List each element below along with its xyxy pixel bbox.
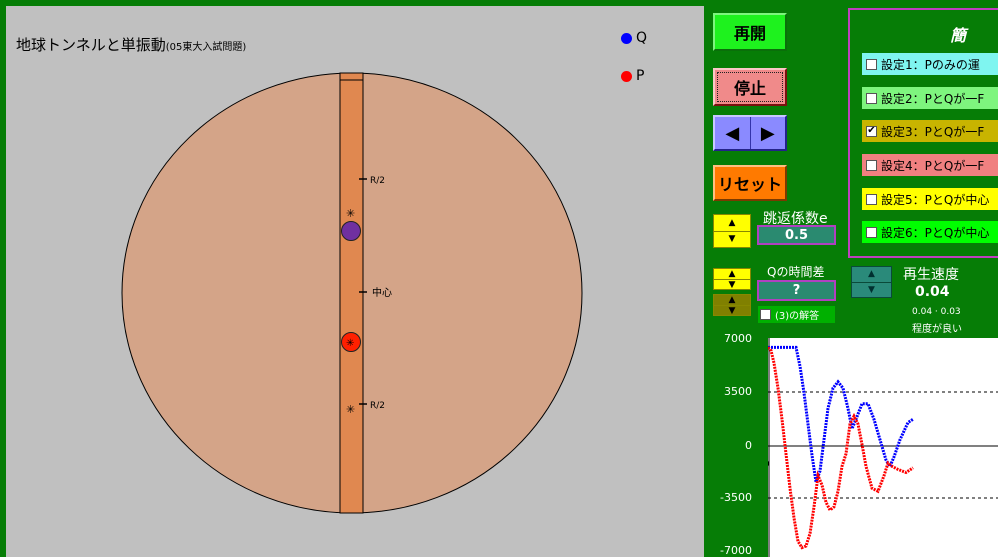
down-arrow-icon: ▼ <box>728 280 736 290</box>
q-delay-fine-up-button[interactable]: ▲ <box>714 295 750 306</box>
answer-toggle[interactable]: (3)の解答 <box>758 306 835 323</box>
up-arrow-icon: ▲ <box>728 217 736 228</box>
setting-label-1: 設定1：Pのみの運 <box>881 57 980 72</box>
up-arrow-icon: ▲ <box>728 295 736 305</box>
q-delay-label: Qの時間差 <box>767 265 825 279</box>
down-arrow-icon: ▼ <box>868 284 875 295</box>
setting-checkbox-1[interactable] <box>866 58 877 70</box>
simulation-panel: R/2 中心 R/2 ✳ ✳ ✳ 地球トンネルと単振動(05東大入試問題) Q … <box>6 6 704 557</box>
y-tick-label: 3500 <box>724 385 752 398</box>
step-forward-button[interactable]: ▶ <box>751 117 786 149</box>
series-line-q <box>768 345 914 483</box>
q-delay-fine-spinner: ▲ ▼ <box>713 294 751 316</box>
settings-title: 簡 易 <box>950 26 998 45</box>
down-arrow-icon: ▼ <box>728 234 736 245</box>
setting-checkbox-6[interactable] <box>866 226 877 238</box>
restitution-down-button[interactable]: ▼ <box>714 232 750 248</box>
y-tick-label: 0 <box>745 439 752 452</box>
setting-label-6: 設定6：PとQが中心 <box>881 225 990 240</box>
sim-title: 地球トンネルと単振動(05東大入試問題) <box>16 34 246 55</box>
setting-label-3: 設定3：PとQが一F <box>881 124 985 139</box>
reset-button[interactable]: リセット <box>713 165 787 201</box>
setting-checkbox-4[interactable] <box>866 159 877 171</box>
speed-down-button[interactable]: ▼ <box>852 283 891 298</box>
ball-q <box>341 221 361 241</box>
setting-label-2: 設定2：PとQが一F <box>881 91 985 106</box>
label-lower-half: R/2 <box>370 401 385 411</box>
speed-hint-1: 0.04 · 0.03 <box>912 307 961 317</box>
legend-q: Q <box>621 30 647 46</box>
setting-option-4[interactable]: 設定4：PとQが一F <box>862 154 998 176</box>
sim-title-sub: (05東大入試問題) <box>165 42 247 53</box>
setting-label-5: 設定5：PとQが中心 <box>881 192 990 207</box>
answer-label: (3)の解答 <box>775 311 820 322</box>
speed-up-button[interactable]: ▲ <box>852 267 891 283</box>
legend-p-dot <box>621 70 632 82</box>
setting-checkbox-3[interactable]: ✔ <box>866 125 877 137</box>
setting-label-4: 設定4：PとQが一F <box>881 158 985 173</box>
triangle-left-icon: ◀ <box>725 122 740 144</box>
setting-option-2[interactable]: 設定2：PとQが一F <box>862 87 998 109</box>
setting-option-1[interactable]: 設定1：Pのみの運 <box>862 53 998 75</box>
q-delay-down-button[interactable]: ▼ <box>714 280 750 290</box>
y-tick-label: -3500 <box>720 491 752 504</box>
speed-label: 再生速度 <box>903 267 959 283</box>
legend-p: P <box>621 68 644 84</box>
y-tick-label: 7000 <box>724 332 752 345</box>
setting-option-6[interactable]: 設定6：PとQが中心 <box>862 221 998 243</box>
restitution-value: 0.5 <box>757 225 836 245</box>
x-origin-label: 0 <box>768 459 769 470</box>
resume-button[interactable]: 再開 <box>713 13 787 51</box>
restitution-up-button[interactable]: ▲ <box>714 215 750 232</box>
legend-q-label: Q <box>636 30 648 46</box>
settings-panel: 簡 易 設定1：Pのみの運 設定2：PとQが一F ✔ 設定3：PとQが一F 設定… <box>848 8 998 258</box>
series-line-p <box>768 346 914 550</box>
legend-q-dot <box>621 32 632 44</box>
y-tick-label: -7000 <box>720 544 752 557</box>
setting-checkbox-5[interactable] <box>866 193 877 205</box>
up-arrow-icon: ▲ <box>728 269 736 279</box>
down-arrow-icon: ▼ <box>728 306 736 316</box>
step-back-button[interactable]: ◀ <box>715 117 751 149</box>
stop-button[interactable]: 停止 <box>713 68 787 106</box>
restitution-spinner: ▲ ▼ <box>713 214 751 248</box>
position-graph: 0 <box>768 338 998 557</box>
setting-option-5[interactable]: 設定5：PとQが中心 <box>862 188 998 210</box>
speed-hint-2: 程度が良い <box>912 324 962 335</box>
ball-p-star: ✳ <box>346 338 354 349</box>
graph-panel: 0 <box>768 338 998 557</box>
tunnel <box>339 72 364 514</box>
triangle-right-icon: ▶ <box>760 122 775 144</box>
earth-diagram: R/2 中心 R/2 ✳ ✳ ✳ <box>121 72 583 514</box>
speed-value: 0.04 <box>915 284 950 300</box>
q-delay-fine-down-button[interactable]: ▼ <box>714 306 750 316</box>
label-center: 中心 <box>372 286 392 299</box>
answer-checkbox[interactable] <box>760 309 771 320</box>
setting-checkbox-2[interactable] <box>866 92 877 104</box>
label-upper-half: R/2 <box>370 176 385 186</box>
speed-spinner: ▲ ▼ <box>851 266 892 298</box>
q-delay-spinner: ▲ ▼ <box>713 268 751 290</box>
setting-option-3[interactable]: ✔ 設定3：PとQが一F <box>862 120 998 142</box>
legend-p-label: P <box>636 68 645 84</box>
series-layer <box>768 345 914 550</box>
sim-title-main: 地球トンネルと単振動 <box>16 36 166 54</box>
q-delay-value: ? <box>757 280 836 301</box>
asterisk-bottom: ✳ <box>346 403 355 416</box>
up-arrow-icon: ▲ <box>868 269 875 280</box>
step-buttons: ◀ ▶ <box>713 115 787 151</box>
asterisk-top: ✳ <box>346 207 355 220</box>
q-delay-up-button[interactable]: ▲ <box>714 269 750 280</box>
